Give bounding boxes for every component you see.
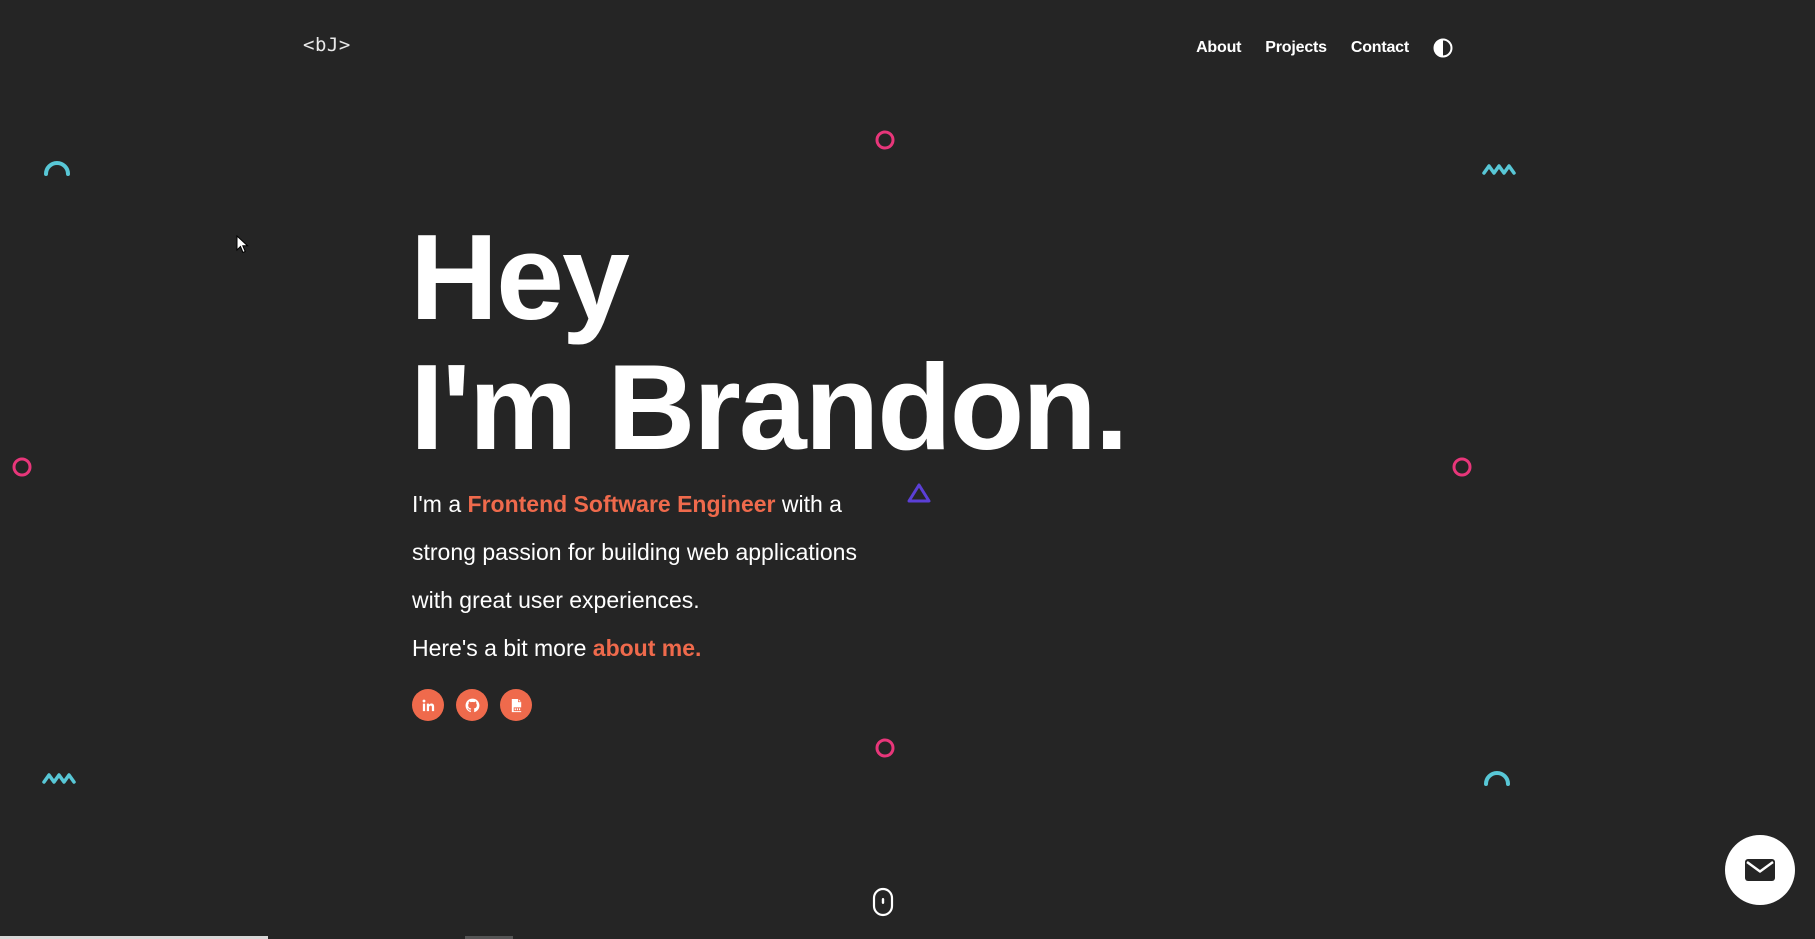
teal-arc-shape [1484, 771, 1510, 786]
contrast-icon [1433, 38, 1453, 58]
pink-ring-shape [875, 130, 895, 150]
pink-ring-shape [1452, 457, 1472, 477]
github-icon [465, 698, 479, 712]
teal-zigzag-shape [42, 773, 76, 784]
purple-triangle-shape [907, 483, 931, 503]
resume-button[interactable] [500, 689, 532, 721]
nav-projects-link[interactable]: Projects [1265, 39, 1327, 57]
main-nav: About Projects Contact [1196, 38, 1453, 58]
teal-zigzag-shape [1482, 164, 1516, 175]
github-button[interactable] [456, 689, 488, 721]
nav-about-link[interactable]: About [1196, 39, 1241, 57]
page: <bJ> About Projects Contact Hey I'm Bran… [0, 0, 1815, 939]
intro-role: Frontend Software Engineer [467, 491, 776, 517]
hero-title: Hey I'm Brandon. [410, 209, 1129, 475]
mouse-cursor-icon [236, 235, 249, 254]
nav-contact-link[interactable]: Contact [1351, 39, 1409, 57]
social-links [412, 689, 532, 721]
teal-arc-shape [44, 161, 70, 176]
theme-toggle-button[interactable] [1433, 38, 1453, 58]
pink-ring-shape [12, 457, 32, 477]
intro-more: Here's a bit more [412, 635, 593, 661]
resume-pdf-icon [511, 698, 523, 712]
site-logo[interactable]: <bJ> [303, 34, 351, 56]
about-me-link[interactable]: about me. [593, 635, 702, 661]
contact-mail-button[interactable] [1725, 835, 1795, 905]
intro-text: I'm a Frontend Software Engineer with a … [412, 480, 872, 672]
mail-icon [1745, 859, 1775, 881]
intro-prefix: I'm a [412, 491, 468, 517]
hero-title-line-1: Hey [410, 209, 630, 345]
hero-title-line-2: I'm Brandon. [410, 339, 1129, 475]
linkedin-icon [422, 699, 434, 711]
linkedin-button[interactable] [412, 689, 444, 721]
pink-ring-shape [875, 738, 895, 758]
mouse-scroll-icon[interactable] [872, 887, 894, 917]
